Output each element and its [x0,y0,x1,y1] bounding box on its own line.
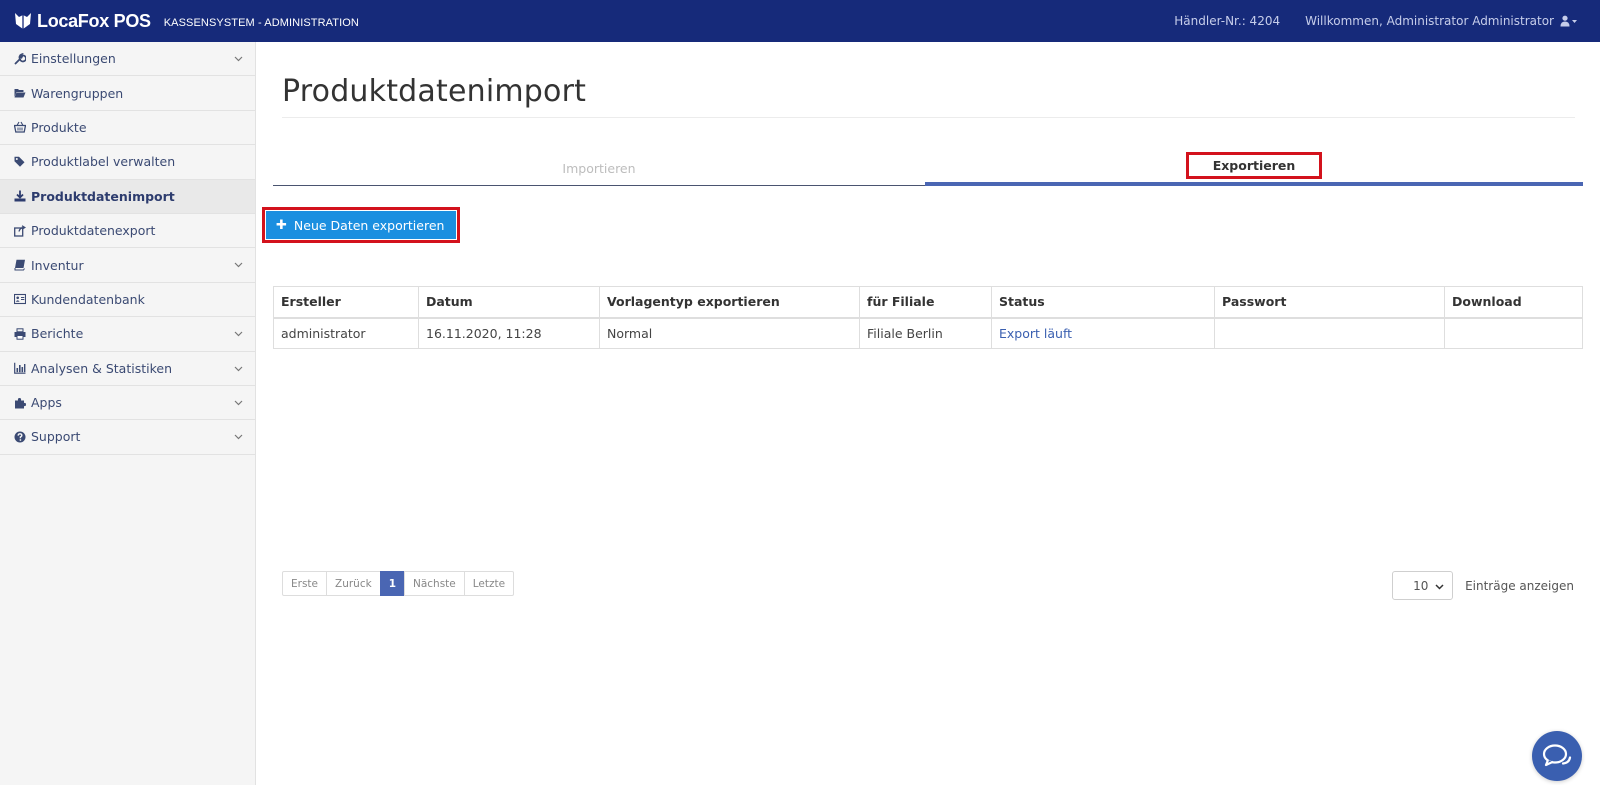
tab-label: Exportieren [1185,152,1323,179]
sidebar-item-label: Apps [31,395,62,411]
pager-last[interactable]: Letzte [463,571,515,596]
topbar-right: Händler-Nr.: 4204 Willkommen, Administra… [1174,0,1578,42]
chevron-down-icon [234,331,243,337]
sidebar-item-label: Produkte [31,119,87,135]
tab-importieren[interactable]: Importieren [273,152,925,186]
title-divider [282,117,1575,118]
sidebar-item-produktlabel[interactable]: Produktlabel verwalten [0,145,255,180]
fox-logo-icon [15,13,31,29]
sidebar-item-label: Inventur [31,257,84,273]
plus-icon: ✚ [276,217,287,233]
column-header[interactable]: Passwort [1214,286,1445,319]
bar-chart-icon [14,363,26,375]
id-card-icon [14,294,26,305]
chat-button[interactable] [1532,731,1582,781]
share-icon [14,224,26,237]
cell-filiale: Filiale Berlin [859,317,992,349]
sidebar-item-einstellungen[interactable]: Einstellungen [0,42,255,77]
sidebar-item-label: Support [31,429,81,445]
chevron-down-icon [234,434,243,440]
sidebar-item-label: Produktdatenexport [31,223,156,239]
brand-subtitle: KASSENSYSTEM - ADMINISTRATION [163,17,359,29]
pager-first[interactable]: Erste [282,571,327,596]
tags-icon [14,156,25,167]
sidebar-item-apps[interactable]: Apps [0,386,255,421]
sidebar-item-label: Produktlabel verwalten [31,154,176,170]
new-export-highlight: ✚ Neue Daten exportieren [262,207,461,243]
cell-download [1444,317,1583,349]
sidebar-item-label: Kundendatenbank [31,291,145,307]
folder-open-icon [14,89,26,98]
wrench-icon [14,52,26,65]
brand-name: LocaFox POS [37,10,151,31]
tab-label: Importieren [562,161,636,176]
chevron-down-icon [1435,584,1444,590]
sidebar-item-label: Warengruppen [31,85,124,101]
sidebar-item-label: Produktdatenimport [31,188,175,204]
table-row: administrator 16.11.2020, 11:28 Normal F… [273,317,1583,349]
puzzle-icon [15,397,26,409]
sidebar-item-support[interactable]: Support [0,420,255,455]
column-header[interactable]: für Filiale [859,286,992,319]
pagination: Erste Zurück 1 Nächste Letzte [282,571,515,596]
status-link[interactable]: Export läuft [999,326,1072,341]
table-header-row: Ersteller Datum Vorlagentyp exportieren … [273,286,1583,319]
new-export-button[interactable]: ✚ Neue Daten exportieren [266,211,457,239]
page-title: Produktdatenimport [282,74,587,109]
sidebar-item-kundendatenbank[interactable]: Kundendatenbank [0,283,255,318]
chevron-down-icon [234,366,243,371]
sidebar: Einstellungen Warengruppen Produkte Prod… [0,42,256,785]
column-header[interactable]: Vorlagentyp exportieren [599,286,860,319]
chevron-down-icon [234,400,243,406]
chevron-down-icon [234,56,243,62]
pager-next[interactable]: Nächste [404,571,465,596]
pager-current[interactable]: 1 [379,571,405,596]
tab-bar: Importieren Exportieren [273,152,1583,186]
sidebar-item-produkte[interactable]: Produkte [0,111,255,146]
printer-icon [14,328,26,340]
basket-icon [14,122,26,134]
sidebar-item-label: Analysen & Statistiken [31,360,172,376]
sidebar-item-inventur[interactable]: Inventur [0,248,255,283]
sidebar-item-analysen[interactable]: Analysen & Statistiken [0,352,255,386]
merchant-number: Händler-Nr.: 4204 [1174,14,1281,28]
welcome-text: Willkommen, Administrator Administrator [1305,14,1554,28]
pager-prev[interactable]: Zurück [326,571,381,596]
download-icon [14,190,26,202]
column-header[interactable]: Datum [418,286,600,319]
chevron-down-icon [234,262,243,268]
column-header[interactable]: Status [991,286,1215,319]
sidebar-item-warengruppen[interactable]: Warengruppen [0,76,255,111]
export-table: Ersteller Datum Vorlagentyp exportieren … [273,286,1583,349]
cell-passwort [1214,317,1445,349]
cell-status: Export läuft [991,317,1215,349]
sidebar-item-produktdatenimport[interactable]: Produktdatenimport [0,179,255,214]
book-icon [14,259,25,271]
brand[interactable]: LocaFox POS KASSENSYSTEM - ADMINISTRATIO… [14,11,359,32]
column-header[interactable]: Download [1444,286,1583,319]
sidebar-item-produktdatenexport[interactable]: Produktdatenexport [0,214,255,249]
top-bar: LocaFox POS KASSENSYSTEM - ADMINISTRATIO… [0,0,1600,42]
page-size-control: 10 Einträge anzeigen [1392,571,1574,600]
cell-datum: 16.11.2020, 11:28 [418,317,600,349]
cell-vorlagentyp: Normal [599,317,860,349]
cell-ersteller: administrator [273,317,419,349]
main-content: Produktdatenimport Importieren Exportier… [256,42,1600,785]
page-size-select[interactable]: 10 [1392,571,1454,600]
page-size-label: Einträge anzeigen [1465,578,1574,593]
column-header[interactable]: Ersteller [273,286,419,319]
user-caret-icon [1560,15,1577,27]
sidebar-item-label: Einstellungen [31,51,116,67]
question-circle-icon [14,431,26,443]
sidebar-item-label: Berichte [31,326,84,342]
page-size-value: 10 [1413,578,1429,593]
user-menu[interactable]: Willkommen, Administrator Administrator [1305,14,1578,28]
chat-bubbles-icon [1542,744,1572,767]
tab-exportieren[interactable]: Exportieren [925,152,1583,186]
new-export-label: Neue Daten exportieren [293,217,445,233]
sidebar-item-berichte[interactable]: Berichte [0,317,255,352]
